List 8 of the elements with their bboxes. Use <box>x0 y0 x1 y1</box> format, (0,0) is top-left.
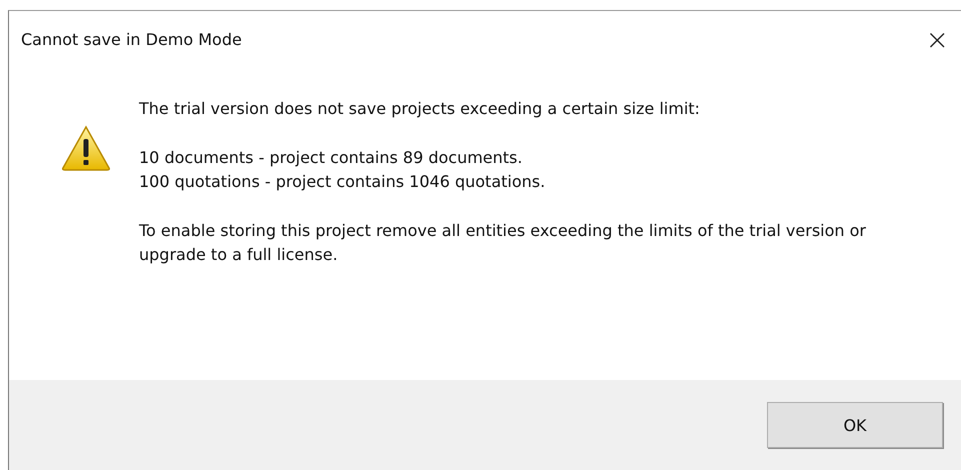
message-text: The trial version does not save projects exceeding a certain size limit: <box>139 98 701 120</box>
message-text: To enable storing this project remove all entities exceeding the limits of the trial version or upgrade to a full license. <box>139 220 867 266</box>
warning-icon <box>61 125 111 171</box>
ok-button[interactable]: OK <box>767 402 943 448</box>
window-title: Cannot save in Demo Mode <box>21 30 242 48</box>
close-button[interactable]: × <box>918 22 957 56</box>
limit-text: 100 quotations - project contains 1046 quotations. <box>139 171 546 193</box>
limit-text: 10 documents - project contains 89 documents. <box>139 147 524 169</box>
